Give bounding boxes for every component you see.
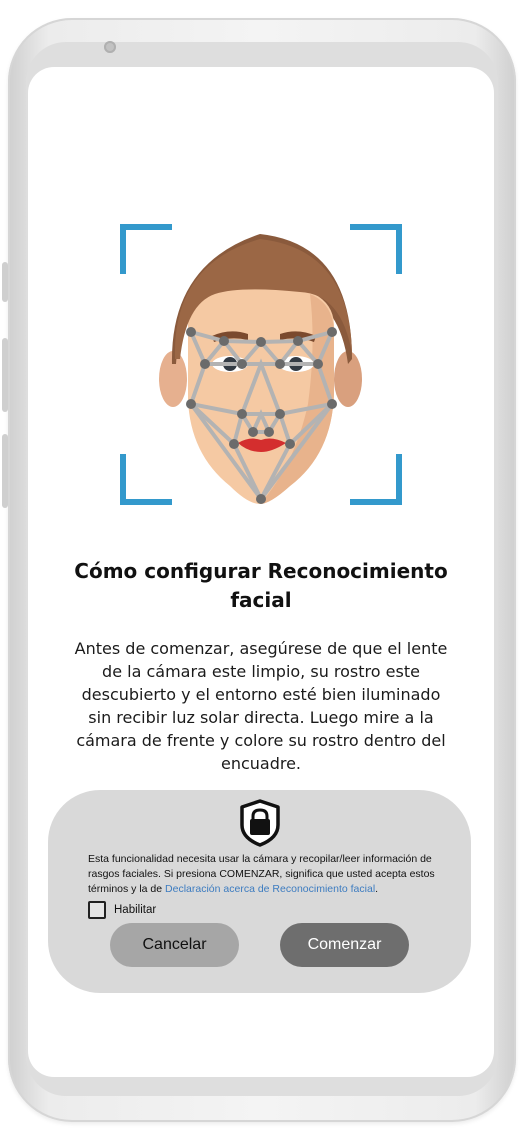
start-button[interactable]: Comenzar [280,923,409,967]
shield-lock-icon [240,799,280,847]
cancel-button[interactable]: Cancelar [110,923,239,967]
face-recognition-statement-link[interactable]: Declaración acerca de Reconocimiento fac… [165,883,375,895]
side-button [2,338,8,412]
app-screen: Cómo configurar Reconocimiento facial An… [28,67,494,1077]
consent-panel: Esta funcionalidad necesita usar la cáma… [48,790,471,993]
page-title: Cómo configurar Reconocimiento facial [74,559,448,612]
frame-corner-top-left [120,224,172,274]
terms-text: Esta funcionalidad necesita usar la cáma… [88,852,448,897]
side-button [2,434,8,508]
enable-checkbox-label: Habilitar [114,904,157,916]
front-camera [104,41,116,53]
frame-corner-top-right [350,224,402,274]
side-button [2,262,8,302]
enable-checkbox-row[interactable]: Habilitar [88,901,156,919]
instructions-text: Antes de comenzar, asegúrese de que el l… [74,639,448,773]
terms-end: . [375,883,379,895]
enable-checkbox[interactable] [88,901,106,919]
face-scan-icon [120,224,402,505]
frame-corner-bottom-right [350,454,402,505]
frame-corner-bottom-left [120,454,172,505]
